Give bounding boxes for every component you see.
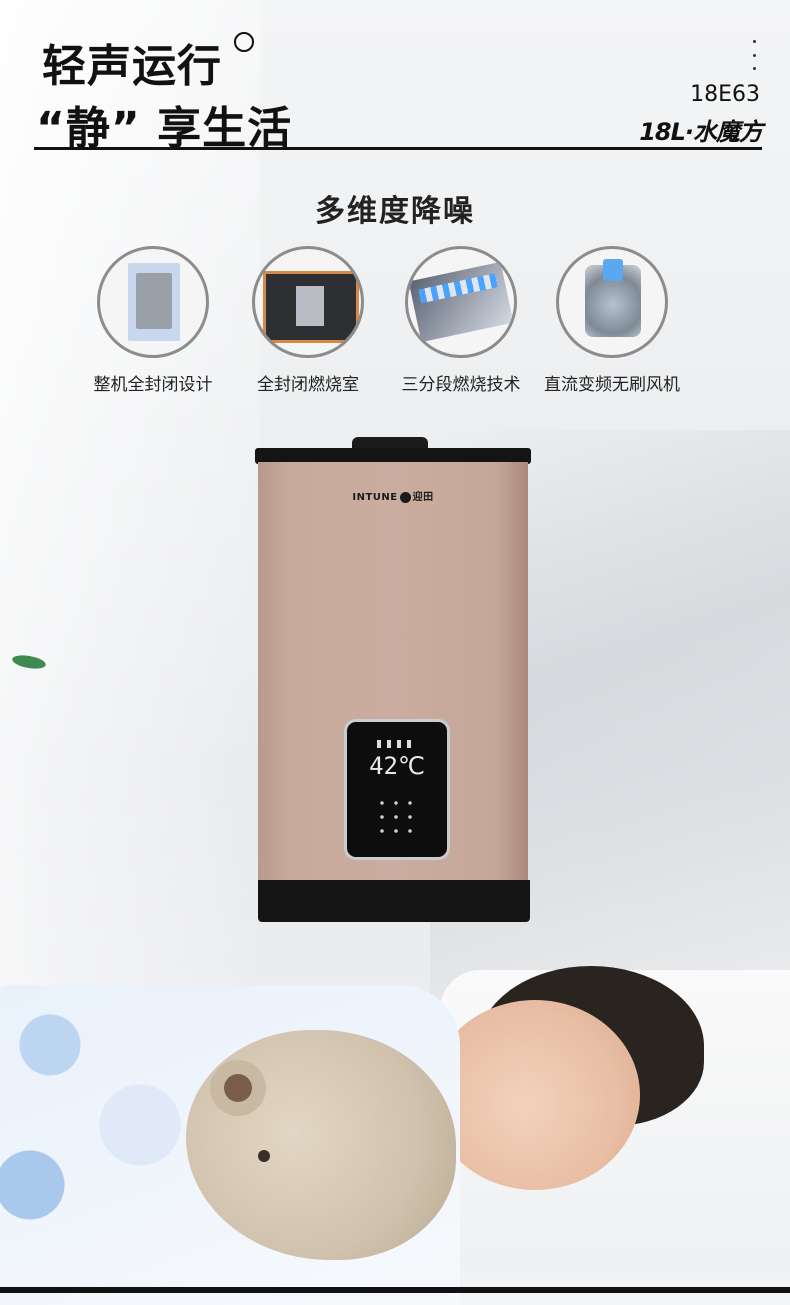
feature-item: 全封闭燃烧室 bbox=[223, 246, 393, 395]
sleeping-child bbox=[430, 1000, 640, 1190]
brand-name-cn: 迎田 bbox=[412, 492, 434, 503]
bottom-edge bbox=[0, 1287, 790, 1293]
more-options-icon[interactable] bbox=[748, 40, 760, 70]
burner-icon bbox=[405, 246, 517, 358]
feature-item: 直流变频无刷风机 bbox=[527, 246, 697, 395]
degree-mark bbox=[234, 32, 254, 52]
heater-brand: INTUNE 迎田 bbox=[258, 488, 528, 503]
touch-buttons bbox=[375, 796, 419, 840]
feature-label: 直流变频无刷风机 bbox=[544, 375, 680, 395]
section-title: 多维度降噪 bbox=[315, 194, 475, 229]
feature-list: 整机全封闭设计 全封闭燃烧室 三分段燃烧技术 直流变频无刷风机 bbox=[88, 246, 738, 406]
model-name: 18L·水魔方 bbox=[639, 118, 763, 146]
teddy-bear-eye bbox=[258, 1150, 270, 1162]
combustion-chamber-icon bbox=[252, 246, 364, 358]
control-panel: 42℃ bbox=[344, 719, 450, 860]
feature-label: 三分段燃烧技术 bbox=[401, 375, 521, 395]
headline: 轻声运行 bbox=[42, 41, 222, 92]
status-icons bbox=[377, 740, 417, 748]
feature-item: 三分段燃烧技术 bbox=[376, 246, 546, 395]
sealed-unit-icon bbox=[97, 246, 209, 358]
brand-name: INTUNE bbox=[352, 492, 398, 503]
teddy-bear-ear bbox=[210, 1060, 266, 1116]
feature-item: 整机全封闭设计 bbox=[68, 246, 238, 395]
model-code: 18E63 bbox=[690, 82, 760, 107]
heater-base bbox=[258, 880, 530, 922]
fan-motor-icon bbox=[556, 246, 668, 358]
brand-logo-icon bbox=[399, 491, 411, 503]
header-divider bbox=[34, 147, 762, 150]
feature-label: 整机全封闭设计 bbox=[93, 375, 213, 395]
temperature-display: 42℃ bbox=[369, 752, 425, 780]
feature-label: 全封闭燃烧室 bbox=[257, 375, 359, 395]
